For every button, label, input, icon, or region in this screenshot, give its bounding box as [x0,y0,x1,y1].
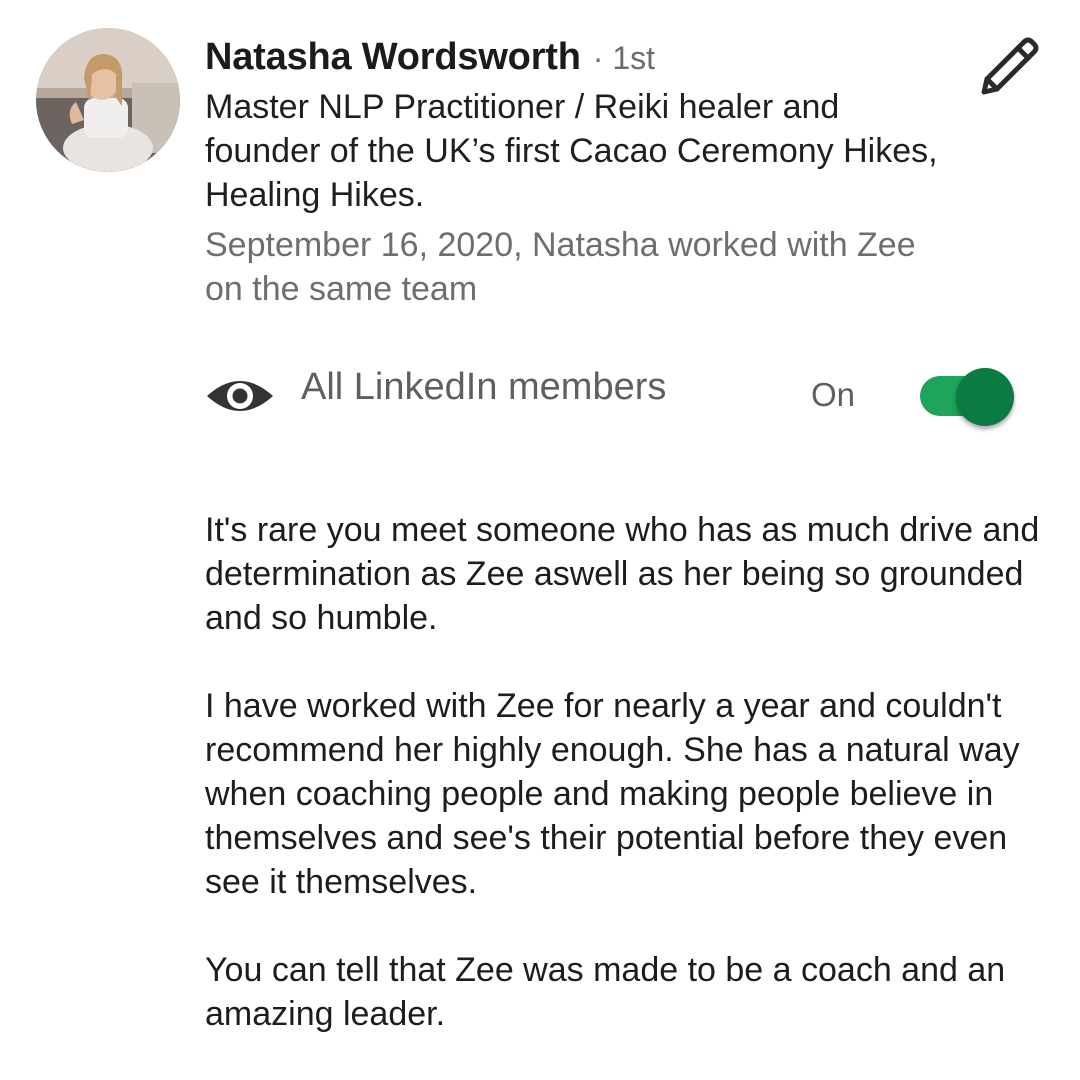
visibility-label: All LinkedIn members [301,366,667,408]
avatar[interactable] [36,28,180,172]
toggle-knob[interactable] [956,368,1014,426]
recommendation-text: It's rare you meet someone who has as mu… [205,508,1055,1080]
recommender-headline: Master NLP Practitioner / Reiki healer a… [205,88,938,214]
eye-icon [205,374,275,418]
toggle-state-label: On [811,376,856,413]
recommender-name[interactable]: Natasha Wordsworth [205,36,581,79]
profile-photo [36,28,180,172]
visibility-setting: All LinkedIn members On [205,362,1035,426]
connection-degree: · 1st [592,40,655,76]
visibility-toggle[interactable] [920,368,1020,426]
recommendation-paragraph: I have worked with Zee for nearly a year… [205,687,1020,901]
edit-button[interactable] [972,32,1044,104]
recommender-header: Natasha Wordsworth · 1st Master NLP Prac… [205,36,965,311]
recommendation-paragraph: You can tell that Zee was made to be a c… [205,951,1006,1033]
recommendation-paragraph: It's rare you meet someone who has as mu… [205,511,1040,637]
relationship-text: September 16, 2020, Natasha worked with … [205,226,916,308]
pencil-icon [981,37,1039,95]
name-line: Natasha Wordsworth · 1st [205,36,965,79]
